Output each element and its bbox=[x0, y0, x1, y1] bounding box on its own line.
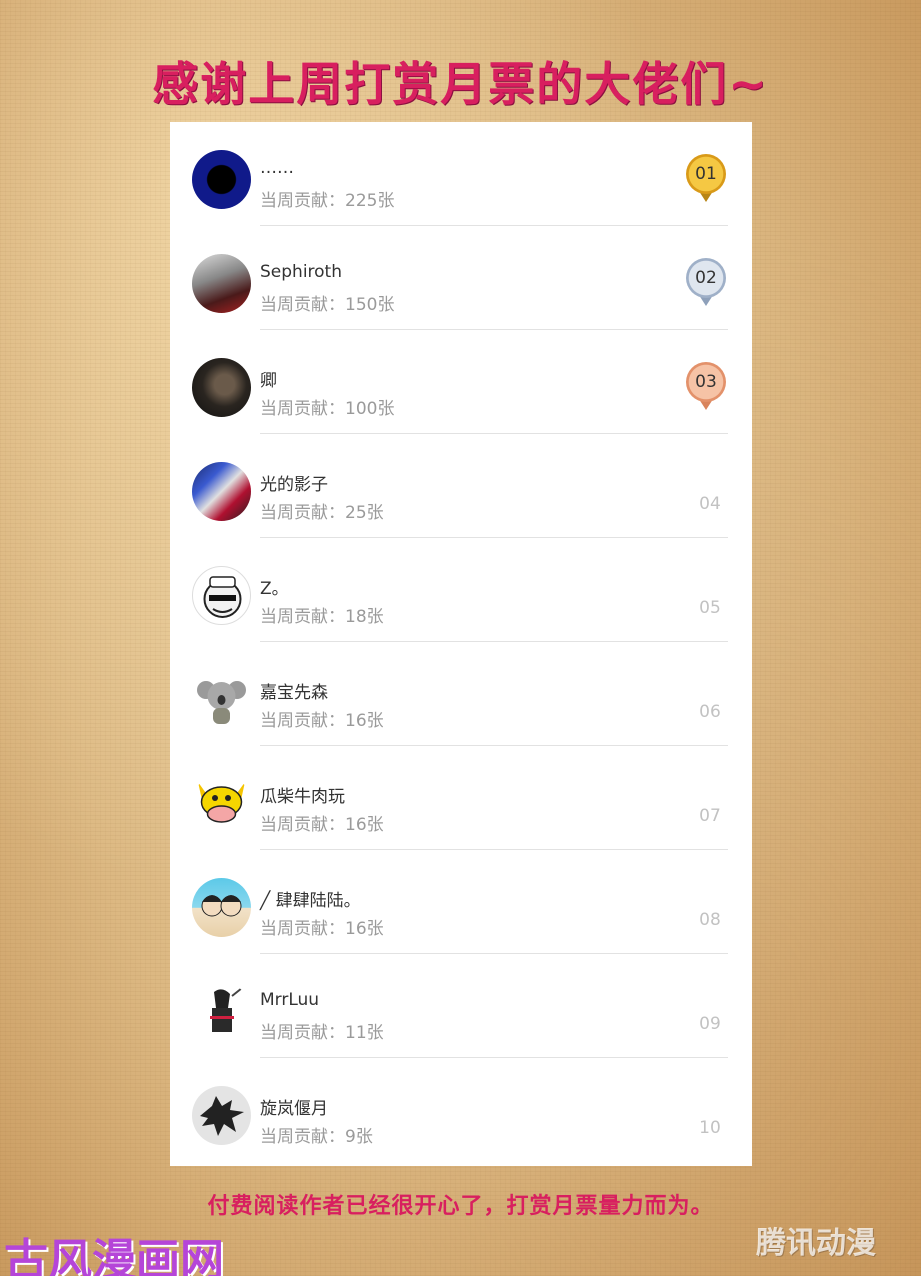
contribution-text: 当周贡献：16张 bbox=[260, 815, 384, 835]
user-name: …… bbox=[260, 158, 294, 178]
list-item[interactable]: ╱ 肆肆陆陆。 当周贡献：16张 08 bbox=[170, 850, 752, 954]
avatar[interactable] bbox=[192, 358, 251, 417]
list-item[interactable]: 嘉宝先森 当周贡献：16张 06 bbox=[170, 642, 752, 746]
contribution-text: 当周贡献：18张 bbox=[260, 607, 384, 627]
contribution-text: 当周贡献：16张 bbox=[260, 711, 384, 731]
avatar[interactable] bbox=[192, 566, 251, 625]
list-item[interactable]: 卿 当周贡献：100张 03 bbox=[170, 330, 752, 434]
avatar[interactable] bbox=[192, 982, 251, 1041]
contribution-text: 当周贡献：25张 bbox=[260, 503, 384, 523]
rank-number: 09 bbox=[699, 1014, 721, 1034]
contribution-text: 当周贡献：225张 bbox=[260, 191, 395, 211]
watermark-logo: 古风漫画网 bbox=[4, 1235, 224, 1276]
list-item[interactable]: 瓜柴牛肉玩 当周贡献：16张 07 bbox=[170, 746, 752, 850]
contribution-text: 当周贡献：100张 bbox=[260, 399, 395, 419]
gold-medal-icon: 01 bbox=[684, 154, 728, 202]
contribution-text: 当周贡献：150张 bbox=[260, 295, 395, 315]
list-item[interactable]: MrrLuu 当周贡献：11张 09 bbox=[170, 954, 752, 1058]
user-name: 旋岚偃月 bbox=[260, 1099, 328, 1119]
avatar[interactable] bbox=[192, 774, 251, 833]
rank-number: 08 bbox=[699, 910, 721, 930]
avatar[interactable] bbox=[192, 462, 251, 521]
list-item[interactable]: Sephiroth 当周贡献：150张 02 bbox=[170, 226, 752, 330]
avatar[interactable] bbox=[192, 150, 251, 209]
rank-number: 04 bbox=[699, 494, 721, 514]
list-item[interactable]: …… 当周贡献：225张 01 bbox=[170, 122, 752, 226]
avatar[interactable] bbox=[192, 1086, 251, 1145]
page-title: 感谢上周打赏月票的大佬们~ bbox=[152, 57, 769, 111]
silver-medal-icon: 02 bbox=[684, 258, 728, 306]
user-name: 瓜柴牛肉玩 bbox=[260, 787, 345, 807]
ranking-list: …… 当周贡献：225张 01 Sephiroth 当周贡献：150张 02 卿… bbox=[170, 122, 752, 1166]
user-name: 卿 bbox=[260, 371, 277, 391]
rank-number: 05 bbox=[699, 598, 721, 618]
rank-number: 10 bbox=[699, 1118, 721, 1138]
watermark-logo: 腾讯动漫 bbox=[756, 1226, 876, 1261]
avatar[interactable] bbox=[192, 878, 251, 937]
rank-number: 06 bbox=[699, 702, 721, 722]
user-name: ╱ 肆肆陆陆。 bbox=[260, 891, 361, 911]
list-item[interactable]: 光的影子 当周贡献：25张 04 bbox=[170, 434, 752, 538]
user-name: MrrLuu bbox=[260, 990, 320, 1010]
rank-number: 07 bbox=[699, 806, 721, 826]
user-name: 光的影子 bbox=[260, 475, 328, 495]
contribution-text: 当周贡献：16张 bbox=[260, 919, 384, 939]
footer-note: 付费阅读作者已经很开心了，打赏月票量力而为。 bbox=[207, 1194, 714, 1219]
user-name: Z。 bbox=[260, 579, 289, 599]
contribution-text: 当周贡献：11张 bbox=[260, 1023, 384, 1043]
list-item[interactable]: Z。 当周贡献：18张 05 bbox=[170, 538, 752, 642]
avatar[interactable] bbox=[192, 254, 251, 313]
contribution-text: 当周贡献：9张 bbox=[260, 1127, 373, 1147]
bronze-medal-icon: 03 bbox=[684, 362, 728, 410]
list-item[interactable]: 旋岚偃月 当周贡献：9张 10 bbox=[170, 1058, 752, 1162]
user-name: Sephiroth bbox=[260, 262, 342, 282]
avatar[interactable] bbox=[192, 670, 251, 729]
user-name: 嘉宝先森 bbox=[260, 683, 328, 703]
